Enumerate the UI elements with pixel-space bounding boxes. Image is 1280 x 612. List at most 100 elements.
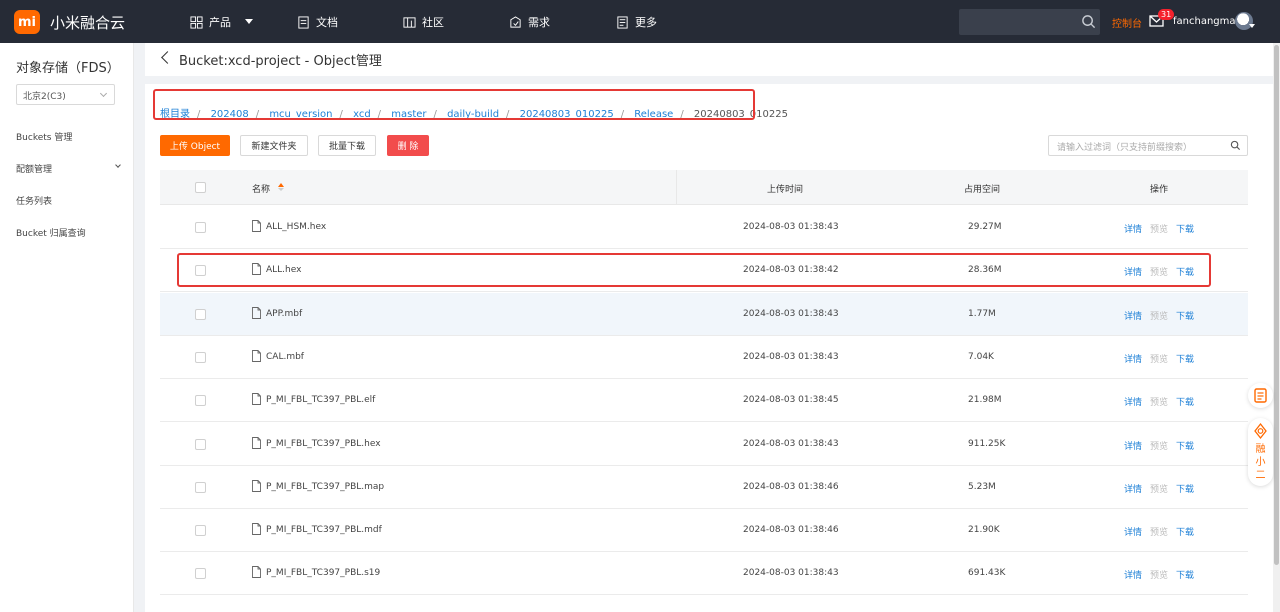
table-row[interactable]: P_MI_FBL_TC397_PBL.hex 2024-08-03 01:38:4… <box>160 422 1248 466</box>
assistant-label-char: 融 <box>1255 444 1266 455</box>
download-link[interactable]: 下载 <box>1176 395 1194 408</box>
table-row[interactable]: CAL.mbf 2024-08-03 01:38:43 7.04K 详情 预览 下载 <box>160 335 1248 379</box>
detail-link[interactable]: 详情 <box>1124 352 1142 365</box>
brand-name[interactable]: 小米融合云 <box>50 12 125 33</box>
file-name[interactable]: ALL_HSM.hex <box>266 222 326 232</box>
table-row[interactable]: P_MI_FBL_TC397_PBL.s19 2024-08-03 01:38:4… <box>160 552 1248 596</box>
file-icon <box>252 566 261 579</box>
column-header-name[interactable]: 名称 <box>252 182 270 195</box>
file-size: 5.23M <box>968 481 996 492</box>
filter-input[interactable]: 请输入过滤词（只支持前缀搜索） <box>1048 135 1248 156</box>
upload-time: 2024-08-03 01:38:43 <box>743 308 839 319</box>
upload-object-button[interactable]: 上传 Object <box>160 135 230 156</box>
download-link[interactable]: 下载 <box>1176 309 1194 322</box>
filter-placeholder: 请输入过滤词（只支持前缀搜索） <box>1057 143 1193 153</box>
mi-logo[interactable]: mi <box>14 10 40 34</box>
preview-link[interactable]: 预览 <box>1150 525 1168 538</box>
file-name[interactable]: P_MI_FBL_TC397_PBL.hex <box>266 439 381 449</box>
detail-link[interactable]: 详情 <box>1124 395 1142 408</box>
preview-link[interactable]: 预览 <box>1150 439 1168 452</box>
chevron-down-icon[interactable] <box>245 19 253 24</box>
detail-link[interactable]: 详情 <box>1124 309 1142 322</box>
back-arrow-icon[interactable] <box>161 51 174 64</box>
feedback-button[interactable] <box>1248 383 1273 408</box>
nav-more-label: 更多 <box>635 16 657 29</box>
file-name[interactable]: CAL.mbf <box>266 352 304 362</box>
row-checkbox[interactable] <box>195 438 206 450</box>
sort-desc-icon[interactable] <box>278 188 284 191</box>
nav-products[interactable]: 产品 <box>190 14 231 30</box>
preview-link[interactable]: 预览 <box>1150 352 1168 365</box>
sidebar-item-bucket-owner[interactable]: Bucket 归属查询 <box>16 226 86 239</box>
nav-products-label: 产品 <box>209 16 231 29</box>
nav-requests[interactable]: 需求 <box>509 14 550 30</box>
preview-link[interactable]: 预览 <box>1150 222 1168 235</box>
detail-link[interactable]: 详情 <box>1124 222 1142 235</box>
file-name[interactable]: P_MI_FBL_TC397_PBL.mdf <box>266 525 382 535</box>
row-checkbox[interactable] <box>195 395 206 407</box>
preview-link[interactable]: 预览 <box>1150 309 1168 322</box>
table-row[interactable]: P_MI_FBL_TC397_PBL.elf 2024-08-03 01:38:4… <box>160 379 1248 423</box>
page-scrollbar-thumb[interactable] <box>1274 45 1279 565</box>
search-icon[interactable] <box>1230 140 1241 151</box>
new-folder-button[interactable]: 新建文件夹 <box>240 135 308 156</box>
column-header-upload-time: 上传时间 <box>767 185 804 195</box>
file-name[interactable]: P_MI_FBL_TC397_PBL.map <box>266 482 384 492</box>
preview-link[interactable]: 预览 <box>1150 395 1168 408</box>
sidebar-item-tasks[interactable]: 任务列表 <box>16 194 52 207</box>
row-checkbox[interactable] <box>195 222 206 233</box>
table-row[interactable]: P_MI_FBL_TC397_PBL.map 2024-08-03 01:38:4… <box>160 465 1248 509</box>
row-checkbox[interactable] <box>195 568 206 580</box>
nav-community[interactable]: 社区 <box>403 14 444 30</box>
preview-link[interactable]: 预览 <box>1150 482 1168 495</box>
upload-time: 2024-08-03 01:38:43 <box>743 568 839 579</box>
chevron-down-icon[interactable] <box>1249 24 1255 28</box>
request-icon <box>510 15 521 28</box>
file-size: 21.98M <box>968 395 1002 406</box>
username[interactable]: fanchangmai <box>1173 16 1238 27</box>
row-checkbox[interactable] <box>195 351 206 363</box>
download-link[interactable]: 下载 <box>1176 439 1194 452</box>
batch-download-button[interactable]: 批量下载 <box>318 135 376 156</box>
file-name[interactable]: P_MI_FBL_TC397_PBL.elf <box>266 395 375 405</box>
region-select[interactable]: 北京2(C3) <box>16 84 115 105</box>
file-name[interactable]: APP.mbf <box>266 309 302 319</box>
table-row[interactable]: ALL_HSM.hex 2024-08-03 01:38:43 29.27M 详情 预览… <box>160 206 1248 249</box>
sort-asc-icon[interactable] <box>278 183 284 187</box>
file-icon <box>252 306 261 319</box>
table-row[interactable]: APP.mbf 2024-08-03 01:38:43 1.77M 详情 预览 下载 <box>160 292 1248 336</box>
sidebar-item-label: 配额管理 <box>16 165 53 175</box>
file-size: 21.90K <box>968 525 1000 536</box>
row-checkbox[interactable] <box>195 308 206 320</box>
assistant-button[interactable]: 融 小 二 <box>1248 418 1273 486</box>
delete-button[interactable]: 删 除 <box>387 135 429 156</box>
detail-link[interactable]: 详情 <box>1124 439 1142 452</box>
file-icon <box>252 436 261 449</box>
download-link[interactable]: 下载 <box>1176 568 1194 581</box>
detail-link[interactable]: 详情 <box>1124 568 1142 581</box>
doc-icon <box>298 15 309 29</box>
download-link[interactable]: 下载 <box>1176 525 1194 538</box>
row-checkbox[interactable] <box>195 525 206 537</box>
preview-link[interactable]: 预览 <box>1150 568 1168 581</box>
assistant-label-char: 小 <box>1255 457 1266 468</box>
nav-more[interactable]: 更多 <box>616 14 657 30</box>
sidebar-item-quota[interactable]: 配额管理 <box>16 162 126 175</box>
global-search-input[interactable] <box>959 9 1100 35</box>
file-icon <box>252 479 261 492</box>
page-header: Bucket:xcd-project - Object管理 <box>145 43 1273 76</box>
chevron-down-icon <box>99 89 108 98</box>
row-checkbox[interactable] <box>195 481 206 493</box>
file-name[interactable]: P_MI_FBL_TC397_PBL.s19 <box>266 568 380 578</box>
download-link[interactable]: 下载 <box>1176 352 1194 365</box>
table-row[interactable]: P_MI_FBL_TC397_PBL.mdf 2024-08-03 01:38:4… <box>160 509 1248 553</box>
download-link[interactable]: 下载 <box>1176 482 1194 495</box>
search-icon[interactable] <box>1081 14 1096 29</box>
sidebar-item-buckets[interactable]: Buckets 管理 <box>16 130 72 143</box>
select-all-checkbox[interactable] <box>195 182 206 193</box>
detail-link[interactable]: 详情 <box>1124 482 1142 495</box>
download-link[interactable]: 下载 <box>1176 222 1194 235</box>
console-link[interactable]: 控制台 <box>1112 15 1142 30</box>
nav-docs[interactable]: 文档 <box>297 14 338 30</box>
detail-link[interactable]: 详情 <box>1124 525 1142 538</box>
